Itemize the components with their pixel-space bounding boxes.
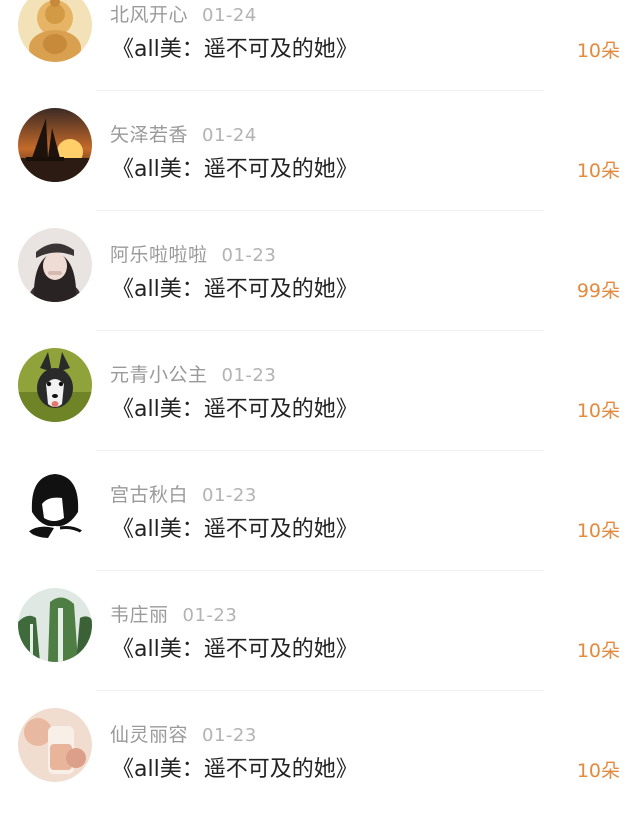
book-title[interactable]: 《all美：遥不可及的她》 — [112, 511, 358, 543]
record-date: 01-23 — [221, 245, 277, 266]
user-meta: 仙灵丽容 01-23 — [110, 720, 257, 747]
gift-count: 99朵 — [576, 280, 620, 302]
peach-drink-avatar-icon — [18, 708, 92, 782]
list-item[interactable]: 仙灵丽容 01-23 《all美：遥不可及的她》 10朵 — [0, 708, 640, 828]
user-name[interactable]: 宫古秋白 — [110, 484, 188, 506]
black-hair-sketch-avatar-icon — [18, 468, 92, 542]
avatar[interactable] — [18, 588, 92, 662]
divider — [96, 450, 544, 451]
book-title[interactable]: 《all美：遥不可及的她》 — [112, 151, 358, 183]
record-date: 01-23 — [202, 485, 257, 506]
avatar[interactable] — [18, 228, 92, 302]
record-date: 01-23 — [202, 725, 257, 746]
record-date: 01-23 — [221, 365, 277, 386]
gift-count: 10朵 — [576, 400, 620, 422]
avatar[interactable] — [18, 468, 92, 542]
girl-cap-avatar-icon — [18, 228, 92, 302]
list-item[interactable]: 韦庄丽 01-23 《all美：遥不可及的她》 10朵 — [0, 588, 640, 708]
avatar[interactable] — [18, 108, 92, 182]
record-date: 01-24 — [202, 125, 257, 146]
avatar[interactable] — [18, 348, 92, 422]
record-date: 01-23 — [182, 605, 238, 626]
gift-count: 10朵 — [576, 520, 620, 542]
user-meta: 元青小公主 01-23 — [110, 360, 276, 387]
book-title[interactable]: 《all美：遥不可及的她》 — [112, 391, 358, 423]
divider — [96, 210, 544, 211]
user-meta: 北风开心 01-24 — [110, 0, 257, 27]
gift-count: 10朵 — [576, 160, 620, 182]
gift-count: 10朵 — [576, 640, 620, 662]
book-title[interactable]: 《all美：遥不可及的她》 — [112, 271, 358, 303]
book-title[interactable]: 《all美：遥不可及的她》 — [112, 631, 358, 663]
user-name[interactable]: 矢泽若香 — [110, 124, 188, 146]
record-date: 01-24 — [202, 5, 257, 26]
list-item[interactable]: 阿乐啦啦啦 01-23 《all美：遥不可及的她》 99朵 — [0, 228, 640, 348]
list-item[interactable]: 元青小公主 01-23 《all美：遥不可及的她》 10朵 — [0, 348, 640, 468]
buddha-avatar-icon — [18, 0, 92, 62]
user-name[interactable]: 仙灵丽容 — [110, 724, 188, 746]
sunset-sailboat-avatar-icon — [18, 108, 92, 182]
list-item[interactable]: 宫古秋白 01-23 《all美：遥不可及的她》 10朵 — [0, 468, 640, 588]
avatar[interactable] — [18, 708, 92, 782]
gift-record-list: 北风开心 01-24 《all美：遥不可及的她》 10朵 矢泽若香 01-24 … — [0, 0, 640, 828]
gift-count: 10朵 — [576, 760, 620, 782]
divider — [96, 690, 544, 691]
user-name[interactable]: 阿乐啦啦啦 — [110, 244, 208, 266]
user-name[interactable]: 韦庄丽 — [110, 604, 169, 626]
book-title[interactable]: 《all美：遥不可及的她》 — [112, 31, 358, 63]
divider — [96, 570, 544, 571]
list-item[interactable]: 矢泽若香 01-24 《all美：遥不可及的她》 10朵 — [0, 108, 640, 228]
divider — [96, 90, 544, 91]
green-waterfall-avatar-icon — [18, 588, 92, 662]
avatar[interactable] — [18, 0, 92, 62]
user-meta: 韦庄丽 01-23 — [110, 600, 237, 627]
list-item[interactable]: 北风开心 01-24 《all美：遥不可及的她》 10朵 — [0, 0, 640, 108]
user-meta: 宫古秋白 01-23 — [110, 480, 257, 507]
gift-count: 10朵 — [576, 40, 620, 62]
divider — [96, 330, 544, 331]
user-meta: 矢泽若香 01-24 — [110, 120, 257, 147]
husky-dog-avatar-icon — [18, 348, 92, 422]
user-name[interactable]: 北风开心 — [110, 4, 188, 26]
book-title[interactable]: 《all美：遥不可及的她》 — [112, 751, 358, 783]
user-meta: 阿乐啦啦啦 01-23 — [110, 240, 276, 267]
user-name[interactable]: 元青小公主 — [110, 364, 208, 386]
